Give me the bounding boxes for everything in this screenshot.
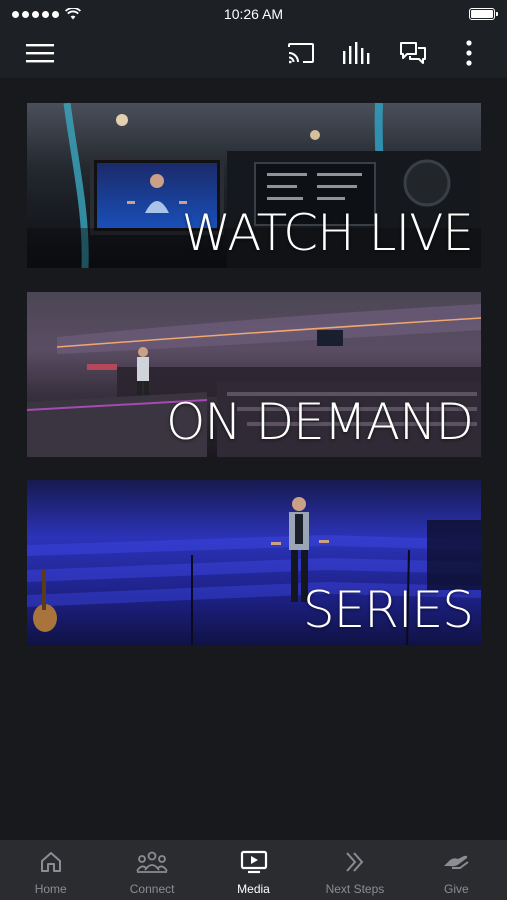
nav-label-home: Home <box>34 882 67 896</box>
nav-item-give[interactable]: Give <box>406 840 507 900</box>
nav-label-next-steps: Next Steps <box>325 882 385 896</box>
chat-icon[interactable] <box>397 37 429 69</box>
bottom-nav: Home Connect Media Next Steps Give <box>0 840 507 900</box>
home-icon <box>40 852 61 872</box>
chevrons-right-icon <box>346 852 364 872</box>
nav-item-connect[interactable]: Connect <box>101 840 202 900</box>
nav-label-media: Media <box>237 882 270 896</box>
app-bar-actions <box>285 37 485 69</box>
more-vertical-icon[interactable] <box>453 37 485 69</box>
battery-icon <box>469 8 498 20</box>
nav-label-connect: Connect <box>129 882 175 896</box>
people-icon <box>136 851 168 873</box>
nav-item-home[interactable]: Home <box>0 840 101 900</box>
watch-live-banner[interactable]: WATCH LIVE <box>27 103 481 268</box>
hamburger-menu-icon[interactable] <box>24 37 56 69</box>
media-content: WATCH LIVE ON DEMAND SERIES <box>0 78 507 840</box>
watch-live-label: WATCH LIVE <box>181 204 474 262</box>
give-hand-icon <box>444 855 469 869</box>
on-demand-label: ON DEMAND <box>166 393 474 451</box>
cast-icon[interactable] <box>285 37 317 69</box>
app-bar <box>0 28 507 78</box>
series-label: SERIES <box>302 581 474 639</box>
media-icon <box>240 850 267 874</box>
signal-strength-icon <box>12 10 59 18</box>
status-left <box>12 8 81 20</box>
audio-bars-icon[interactable] <box>341 37 373 69</box>
series-banner[interactable]: SERIES <box>27 480 481 645</box>
on-demand-banner[interactable]: ON DEMAND <box>27 292 481 457</box>
nav-item-next-steps[interactable]: Next Steps <box>304 840 405 900</box>
nav-label-give: Give <box>443 882 469 896</box>
nav-item-media[interactable]: Media <box>203 840 304 900</box>
wifi-icon <box>65 8 81 20</box>
status-bar: 10:26 AM <box>0 0 507 28</box>
